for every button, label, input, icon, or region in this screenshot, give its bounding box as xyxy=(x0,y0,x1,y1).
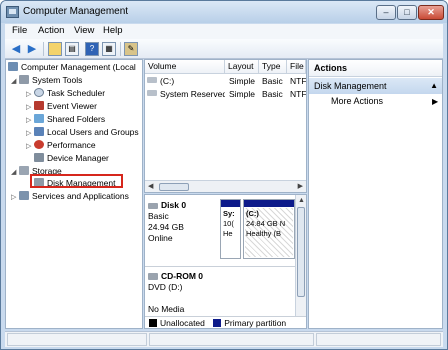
menu-action[interactable]: Action xyxy=(38,25,64,36)
tree-item-device-manager[interactable]: Device Manager xyxy=(26,152,109,164)
tree-item-local-users-and-groups[interactable]: ▷ Local Users and Groups xyxy=(26,126,139,138)
volume-list: Volume Layout Type File (C:) Simple Basi… xyxy=(144,59,307,193)
expanded-arrow-icon[interactable]: ◢ xyxy=(11,76,19,88)
column-layout[interactable]: Layout xyxy=(225,60,259,74)
menu-bar: File Action View Help xyxy=(5,24,443,39)
device-manager-icon xyxy=(34,153,44,162)
volume-cell: System Reserved xyxy=(147,88,225,100)
menu-file[interactable]: File xyxy=(12,25,27,36)
tree-item-system-tools[interactable]: ◢ System Tools xyxy=(11,74,82,86)
status-bar xyxy=(5,331,443,347)
users-icon xyxy=(34,127,44,136)
scroll-thumb[interactable] xyxy=(297,207,305,297)
computer-management-window: Computer Management – □ ✕ File Action Vi… xyxy=(0,0,448,350)
tree-item-computer-management[interactable]: Computer Management (Local xyxy=(8,61,136,73)
show-hide-tree-icon[interactable]: ▤ xyxy=(65,42,79,56)
file-system-cell: NTF xyxy=(290,89,306,99)
disk-label: Disk 0 Basic 24.94 GB Online xyxy=(148,200,187,243)
maximize-button[interactable]: □ xyxy=(397,5,417,20)
disk-icon xyxy=(148,203,158,209)
toolbar-separator xyxy=(120,42,121,56)
volume-icon xyxy=(147,90,157,96)
computer-icon xyxy=(8,62,18,71)
tree-item-task-scheduler[interactable]: ▷ Task Scheduler xyxy=(26,87,105,99)
back-icon[interactable]: ◀ xyxy=(9,42,23,56)
task-scheduler-icon xyxy=(34,88,44,97)
column-volume[interactable]: Volume xyxy=(145,60,225,74)
export-icon[interactable]: ✎ xyxy=(124,42,138,56)
computer-management-icon xyxy=(6,6,19,18)
type-cell: Basic xyxy=(262,89,283,99)
vertical-scrollbar[interactable]: ▲ xyxy=(295,195,306,318)
scroll-left-icon[interactable]: ◀ xyxy=(148,181,153,193)
minimize-button[interactable]: – xyxy=(376,5,396,20)
system-tools-icon xyxy=(19,75,29,84)
up-folder-icon[interactable] xyxy=(48,42,62,56)
layout-cell: Simple xyxy=(229,89,255,99)
collapse-up-icon[interactable]: ▲ xyxy=(430,78,438,94)
scroll-right-icon[interactable]: ▶ xyxy=(298,181,303,193)
scroll-thumb[interactable] xyxy=(159,183,189,191)
more-actions-item[interactable]: More Actions xyxy=(331,96,383,106)
actions-header: Actions xyxy=(309,60,442,77)
expanded-arrow-icon[interactable]: ◢ xyxy=(11,167,19,179)
actions-section-disk-management[interactable]: Disk Management ▲ xyxy=(309,78,442,94)
tree-item-services-and-applications[interactable]: ▷ Services and Applications xyxy=(11,190,129,202)
scroll-up-icon[interactable]: ▲ xyxy=(298,195,305,207)
toolbar: ◀ ▶ ▤ ? ▦ ✎ xyxy=(5,39,443,59)
event-viewer-icon xyxy=(34,101,44,110)
tree-item-performance[interactable]: ▷ Performance xyxy=(26,139,96,151)
performance-icon xyxy=(34,140,44,149)
services-icon xyxy=(19,191,29,200)
menu-help[interactable]: Help xyxy=(103,25,123,36)
layout-cell: Simple xyxy=(229,76,255,86)
forward-icon[interactable]: ▶ xyxy=(25,42,39,56)
disk-label: CD-ROM 0 DVD (D:) No Media xyxy=(148,271,204,314)
partition-c-drive[interactable]: (C:) 24.84 GB N Healthy (B xyxy=(243,199,295,259)
status-segment xyxy=(316,333,441,346)
volume-cell: (C:) xyxy=(147,75,223,87)
shared-folders-icon xyxy=(34,114,44,123)
toolbar-separator xyxy=(43,42,44,56)
tree-item-event-viewer[interactable]: ▷ Event Viewer xyxy=(26,100,97,112)
type-cell: Basic xyxy=(262,76,283,86)
actions-pane: Actions Disk Management ▲ More Actions ▶ xyxy=(308,59,443,329)
tree-item-shared-folders[interactable]: ▷ Shared Folders xyxy=(26,113,105,125)
primary-partition-bar xyxy=(221,200,240,207)
title-bar[interactable]: Computer Management – □ ✕ xyxy=(1,1,447,23)
help-icon[interactable]: ? xyxy=(85,42,99,56)
cdrom-icon xyxy=(148,273,158,280)
disk-management-highlight xyxy=(30,174,123,188)
partition-system-reserved[interactable]: Sy: 10( He xyxy=(220,199,241,259)
status-segment xyxy=(149,333,314,346)
legend-swatch-unallocated xyxy=(149,319,157,327)
primary-partition-bar xyxy=(244,200,294,207)
close-button[interactable]: ✕ xyxy=(418,5,444,20)
disk-row[interactable]: CD-ROM 0 DVD (D:) No Media xyxy=(145,267,295,317)
window-title: Computer Management xyxy=(23,6,129,17)
file-system-cell: NTF xyxy=(290,76,306,86)
disk-row[interactable]: Disk 0 Basic 24.94 GB Online Sy: 10( He … xyxy=(145,195,295,267)
volume-icon xyxy=(147,77,157,83)
submenu-arrow-icon[interactable]: ▶ xyxy=(432,97,438,106)
legend-swatch-primary xyxy=(213,319,222,327)
graphical-disk-view: Disk 0 Basic 24.94 GB Online Sy: 10( He … xyxy=(144,194,307,329)
column-file-system[interactable]: File xyxy=(287,60,306,74)
disk-legend: Unallocated Primary partition xyxy=(145,316,306,328)
properties-icon[interactable]: ▦ xyxy=(102,42,116,56)
console-tree: Computer Management (Local ◢ System Tools… xyxy=(5,59,143,329)
menu-view[interactable]: View xyxy=(74,25,94,36)
collapsed-arrow-icon[interactable]: ▷ xyxy=(11,192,19,204)
column-type[interactable]: Type xyxy=(259,60,287,74)
storage-icon xyxy=(19,166,29,175)
status-segment xyxy=(7,333,147,346)
horizontal-scrollbar[interactable]: ◀ ▶ xyxy=(145,180,306,192)
